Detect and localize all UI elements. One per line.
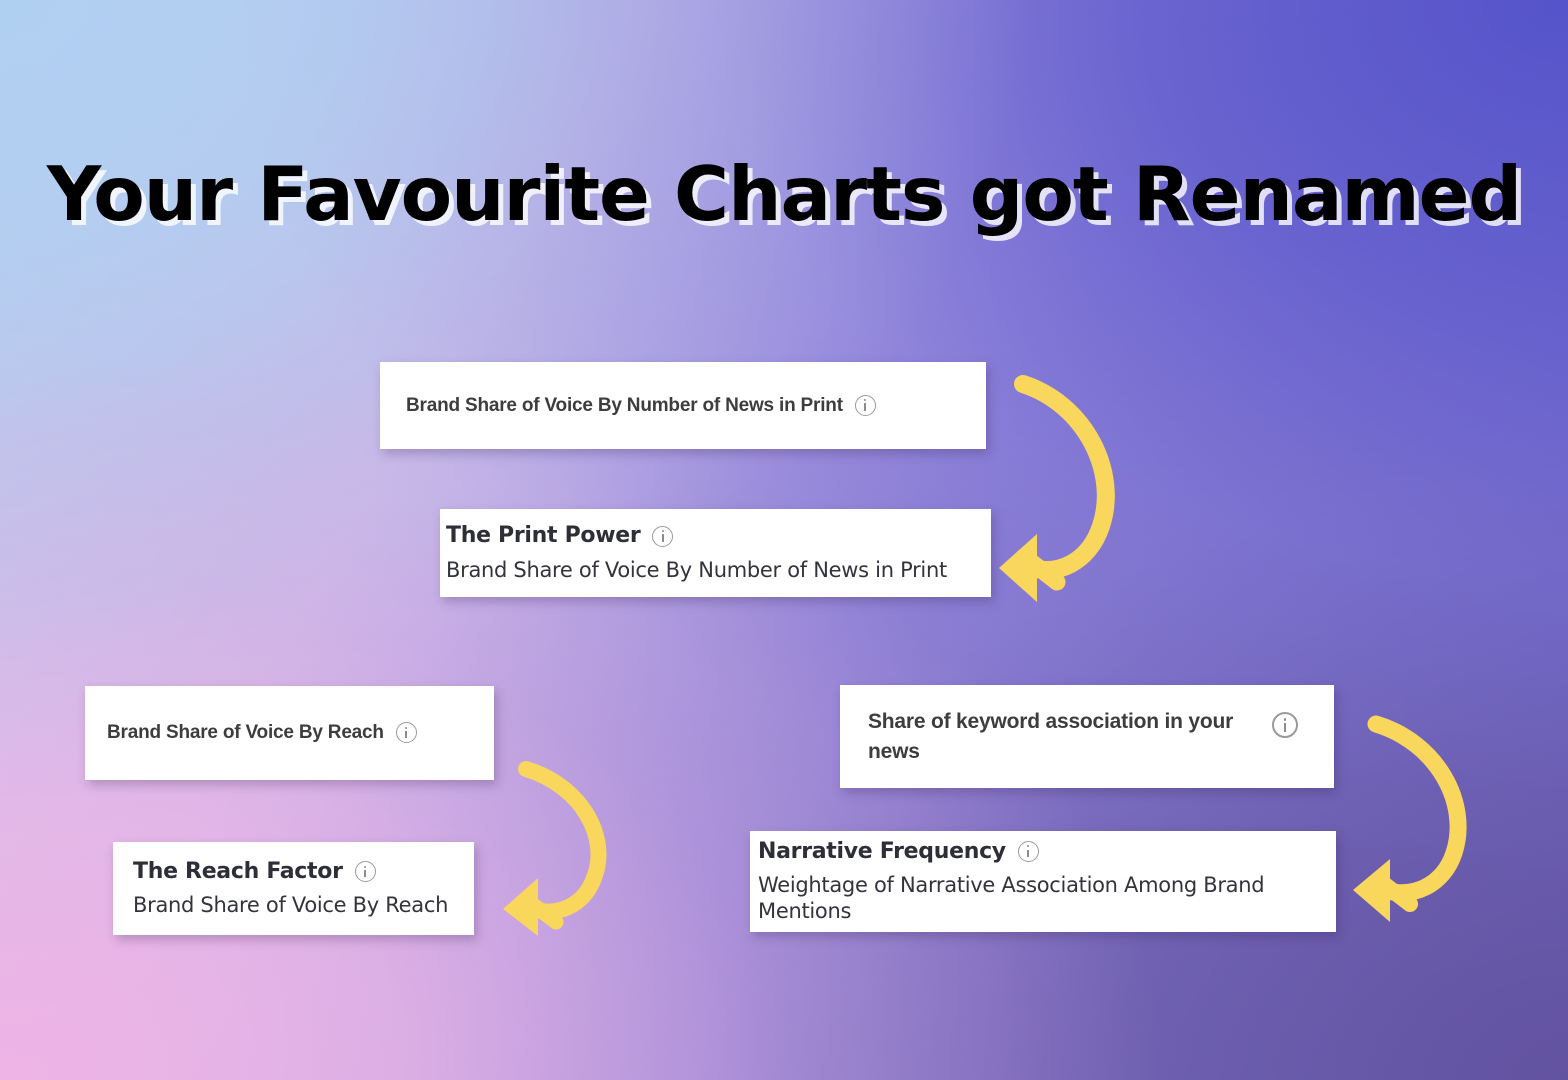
new-chart-subtitle: Brand Share of Voice By Number of News i… xyxy=(446,557,947,582)
old-chart-name-label: Brand Share of Voice By Number of News i… xyxy=(406,394,843,416)
old-chart-name-card-keyword[interactable]: Share of keyword association in your new… xyxy=(840,685,1334,788)
page-title: Your Favourite Charts got Renamed xyxy=(46,150,1522,238)
new-chart-subtitle: Brand Share of Voice By Reach xyxy=(133,893,449,918)
new-chart-name-card-reach[interactable]: The Reach Factor Brand Share of Voice By… xyxy=(113,842,474,935)
new-chart-title-row: Narrative Frequency xyxy=(758,839,1336,865)
info-icon[interactable] xyxy=(395,722,417,744)
curved-arrow-down-left-icon xyxy=(492,756,620,936)
slide-canvas: Your Favourite Charts got Renamed Brand … xyxy=(0,0,1568,1080)
new-chart-name-label: The Print Power xyxy=(446,523,641,549)
new-chart-name-card-print[interactable]: The Print Power Brand Share of Voice By … xyxy=(440,509,991,597)
info-icon[interactable] xyxy=(1272,711,1298,738)
new-chart-name-card-narrative[interactable]: Narrative Frequency Weightage of Narrati… xyxy=(750,831,1336,932)
card-content: The Reach Factor Brand Share of Voice By… xyxy=(133,859,474,919)
info-icon[interactable] xyxy=(854,394,876,416)
new-chart-title-row: The Reach Factor xyxy=(133,859,474,885)
new-chart-name-label: Narrative Frequency xyxy=(758,838,1006,864)
card-content: Share of keyword association in your new… xyxy=(868,707,1306,767)
info-icon[interactable] xyxy=(652,525,674,547)
card-content: Brand Share of Voice By Number of News i… xyxy=(406,392,960,420)
card-content: The Print Power Brand Share of Voice By … xyxy=(446,523,991,583)
old-chart-name-label: Share of keyword association in your new… xyxy=(868,709,1234,763)
new-chart-name-label: The Reach Factor xyxy=(133,858,343,884)
new-chart-title-row: The Print Power xyxy=(446,523,991,549)
card-content: Narrative Frequency Weightage of Narrati… xyxy=(758,839,1336,925)
curved-arrow-down-left-icon xyxy=(985,368,1130,603)
old-chart-name-card-reach[interactable]: Brand Share of Voice By Reach xyxy=(85,686,494,780)
curved-arrow-down-left-icon xyxy=(1340,710,1483,922)
old-chart-name-card-print[interactable]: Brand Share of Voice By Number of News i… xyxy=(380,362,986,449)
old-chart-name-label: Brand Share of Voice By Reach xyxy=(107,722,384,744)
card-content: Brand Share of Voice By Reach xyxy=(107,719,472,747)
new-chart-subtitle: Weightage of Narrative Association Among… xyxy=(758,872,1265,924)
info-icon[interactable] xyxy=(354,861,376,883)
info-icon[interactable] xyxy=(1017,841,1039,863)
